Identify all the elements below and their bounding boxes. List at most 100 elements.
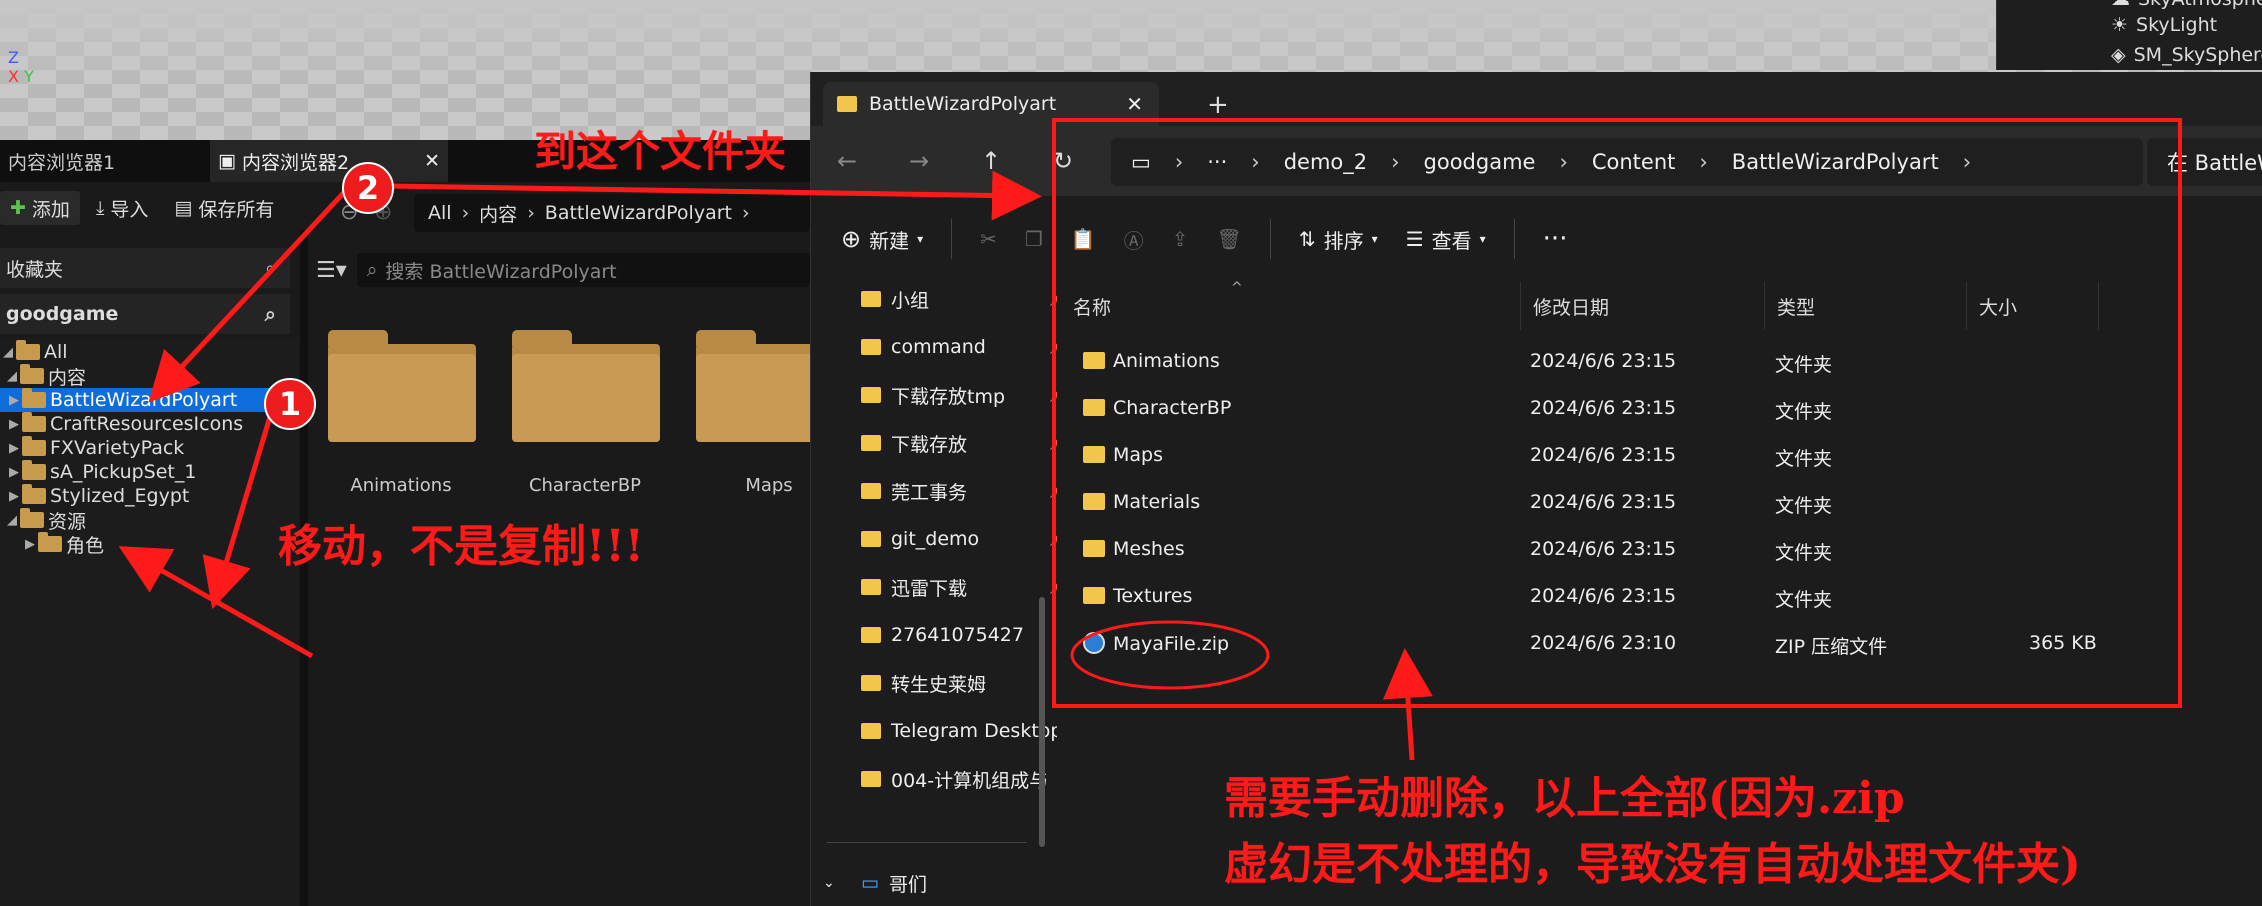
- folder-icon: [16, 340, 40, 360]
- sidebar-item[interactable]: 下载存放📌: [861, 428, 1057, 458]
- forward-icon[interactable]: →: [883, 147, 955, 175]
- highlight-box: [1052, 118, 2182, 708]
- axis-x: X: [8, 67, 19, 86]
- outliner-item[interactable]: ◈ SM_SkySphere: [2111, 44, 2262, 66]
- filter-icon[interactable]: ☰▾: [316, 258, 347, 283]
- folder-icon: [20, 508, 44, 528]
- breadcrumb-item[interactable]: BattleWizardPolyart: [545, 202, 732, 224]
- back-icon[interactable]: ←: [811, 147, 883, 175]
- favorites-header[interactable]: 收藏夹 ⌕: [0, 248, 290, 288]
- search-icon[interactable]: ⌕: [265, 256, 276, 280]
- cut-icon[interactable]: ✂: [980, 227, 997, 251]
- annotation-manual-delete-2: 虚幻是不处理的，导致没有自动处理文件夹): [1224, 839, 2081, 890]
- divider: [827, 842, 1027, 843]
- sidebar-item-this-pc[interactable]: ⌄ ▭ 哥们: [823, 868, 1019, 898]
- chevron-down-icon[interactable]: ⌄: [823, 875, 851, 891]
- axis-y: Y: [24, 67, 34, 86]
- folder-icon: [22, 436, 46, 456]
- sidebar-item[interactable]: 迅雷下载📌: [861, 572, 1057, 602]
- folder-icon: [38, 532, 62, 552]
- folder-icon: [22, 388, 46, 408]
- sidebar-item[interactable]: Telegram Desktop: [861, 716, 1057, 746]
- expand-icon[interactable]: ▶: [6, 489, 22, 504]
- axis-gizmo: Z X Y: [8, 48, 34, 86]
- new-tab-icon[interactable]: +: [1207, 90, 1229, 120]
- expand-icon[interactable]: ▶: [6, 441, 22, 456]
- tree-item-selected[interactable]: ▶ BattleWizardPolyart: [0, 388, 298, 412]
- asset-tile-folder[interactable]: Animations: [324, 320, 478, 500]
- chevron-right-icon: ›: [741, 202, 750, 224]
- folder-icon: [837, 96, 857, 112]
- sidebar-item[interactable]: 下载存放tmp📌: [861, 380, 1057, 410]
- plus-circle-icon: ⊕: [841, 225, 862, 253]
- step-marker-1: 1: [264, 378, 316, 430]
- annotation-to-folder: 到这个文件夹: [534, 127, 787, 176]
- sidebar-item[interactable]: git_demo📌: [861, 524, 1057, 554]
- outliner-item[interactable]: ☀ SkyLight: [2111, 14, 2217, 36]
- navigation-pane: 小组📌 command📌 下载存放tmp📌 下载存放📌 莞工事务📌 git_de…: [811, 282, 1059, 906]
- expand-icon[interactable]: ▶: [22, 537, 38, 552]
- folder-icon: [512, 330, 660, 442]
- search-icon[interactable]: ⌕: [265, 302, 276, 326]
- chevron-right-icon: ›: [527, 202, 535, 224]
- sidebar-item[interactable]: command📌: [861, 332, 1057, 362]
- breadcrumb-item[interactable]: All: [428, 202, 452, 224]
- asset-search-input[interactable]: ⌕ 搜索 BattleWizardPolyart: [356, 253, 810, 287]
- copy-icon[interactable]: ❐: [1025, 227, 1043, 251]
- folder-icon: [861, 627, 881, 643]
- expand-icon[interactable]: ▶: [6, 393, 22, 408]
- save-icon: ▤: [174, 197, 193, 219]
- sidebar-item[interactable]: 27641075427: [861, 620, 1057, 650]
- expand-icon[interactable]: ◢: [4, 513, 20, 528]
- folder-icon: [861, 387, 881, 403]
- folder-icon: [328, 330, 476, 442]
- save-all-button[interactable]: ▤ 保存所有: [164, 191, 284, 225]
- mesh-icon: ◈: [2111, 44, 2126, 66]
- tree-item[interactable]: ◢ All: [0, 340, 298, 364]
- search-icon: ⌕: [366, 259, 378, 281]
- import-button[interactable]: ⤓ 导入: [86, 191, 158, 225]
- sidebar-item[interactable]: 莞工事务📌: [861, 476, 1057, 506]
- tree-item[interactable]: ▶ CraftResourcesIcons: [0, 412, 298, 436]
- world-outliner: ☁SkyAtmosphere ☀SkyLight ◈SM_SkySphere: [1996, 0, 2262, 70]
- breadcrumb: All › 内容 › BattleWizardPolyart ›: [414, 194, 810, 232]
- plus-icon: ✚: [10, 197, 26, 219]
- expand-icon[interactable]: ◢: [4, 369, 20, 384]
- scrollbar[interactable]: [1039, 597, 1045, 847]
- expand-icon[interactable]: ▶: [6, 417, 22, 432]
- expand-icon[interactable]: ◢: [0, 345, 16, 360]
- folder-icon: [861, 531, 881, 547]
- annotation-manual-delete-1: 需要手动删除，以上全部(因为.zip: [1224, 773, 1905, 824]
- folder-icon: [861, 435, 881, 451]
- tab-content-browser-1[interactable]: 内容浏览器1: [0, 140, 206, 182]
- sidebar-item[interactable]: 004-计算机组成与: [861, 764, 1057, 794]
- expand-icon[interactable]: ▶: [6, 465, 22, 480]
- asset-tile-folder[interactable]: CharacterBP: [508, 320, 662, 500]
- tree-item[interactable]: ◢ 内容: [0, 364, 298, 389]
- folder-icon: [22, 484, 46, 504]
- new-button[interactable]: ⊕ 新建 ▾: [841, 225, 923, 254]
- add-button[interactable]: ✚ 添加: [0, 191, 80, 225]
- tree-item[interactable]: ▶ 角色: [0, 532, 298, 557]
- folder-icon: [22, 460, 46, 480]
- tab-content-browser-2[interactable]: ▣ 内容浏览器2 ✕: [210, 140, 448, 182]
- step-marker-2: 2: [342, 162, 394, 214]
- folder-icon: [22, 412, 46, 432]
- sidebar-item[interactable]: 转生史莱姆: [861, 668, 1057, 698]
- folder-icon: [861, 771, 881, 787]
- close-icon[interactable]: ✕: [1126, 92, 1143, 116]
- tree-item[interactable]: ◢ 资源: [0, 508, 298, 533]
- up-icon[interactable]: ↑: [955, 147, 1027, 175]
- project-header[interactable]: goodgame ⌕: [0, 294, 290, 334]
- breadcrumb-item[interactable]: 内容: [479, 200, 517, 227]
- folder-icon: [861, 483, 881, 499]
- folder-icon: [861, 339, 881, 355]
- close-icon[interactable]: ✕: [424, 150, 440, 172]
- sidebar-item[interactable]: 小组📌: [861, 284, 1057, 314]
- tree-item[interactable]: ▶ FXVarietyPack: [0, 436, 298, 460]
- axis-z: Z: [8, 48, 19, 67]
- outliner-item[interactable]: ☁SkyAtmosphere: [2111, 0, 2262, 10]
- tree-item[interactable]: ▶ Stylized_Egypt: [0, 484, 298, 508]
- folder-icon: [861, 675, 881, 691]
- tree-item[interactable]: ▶ sA_PickupSet_1: [0, 460, 298, 484]
